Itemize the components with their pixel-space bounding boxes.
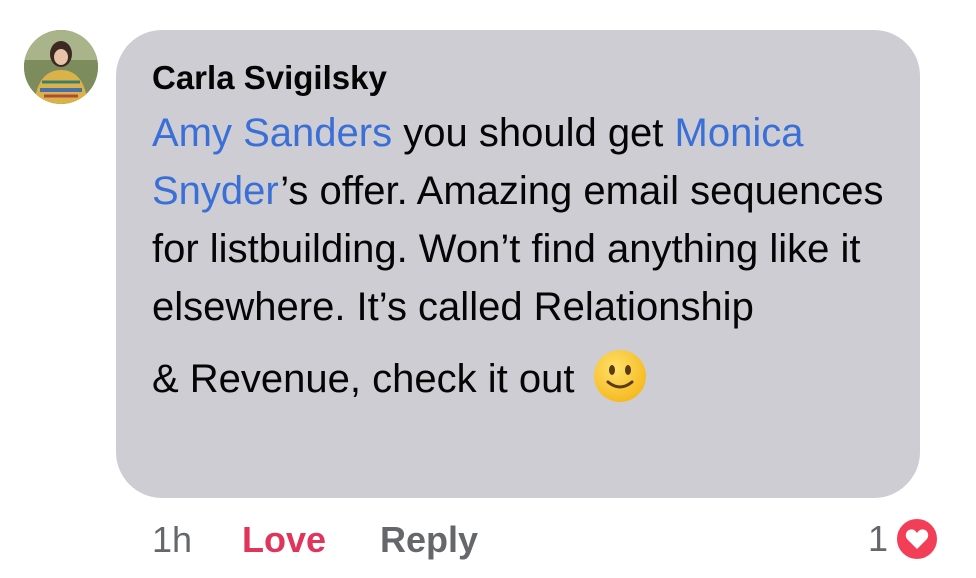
comment-body: Amy Sanders you should get Monica Snyder… (152, 104, 912, 408)
mention-link[interactable]: Amy Sanders (152, 111, 392, 155)
reaction-count: 1 (867, 518, 888, 559)
reply-button[interactable]: Reply (380, 518, 478, 562)
heart-icon (894, 516, 940, 562)
slightly-smiling-face-icon (592, 348, 648, 404)
comment-author[interactable]: Carla Svigilsky (152, 58, 884, 98)
comment-timestamp[interactable]: 1h (152, 518, 192, 562)
comment-text: & Revenue, check it out (152, 357, 575, 401)
comment-bubble: Carla Svigilsky Amy Sanders you should g… (116, 30, 920, 498)
avatar[interactable] (24, 30, 98, 104)
comment: Carla Svigilsky Amy Sanders you should g… (0, 0, 976, 578)
love-button[interactable]: Love (242, 518, 326, 562)
comment-text: you should get (392, 111, 675, 155)
comment-text-line: & Revenue, check it out (152, 348, 912, 408)
reaction-summary[interactable]: 1 (868, 514, 940, 564)
